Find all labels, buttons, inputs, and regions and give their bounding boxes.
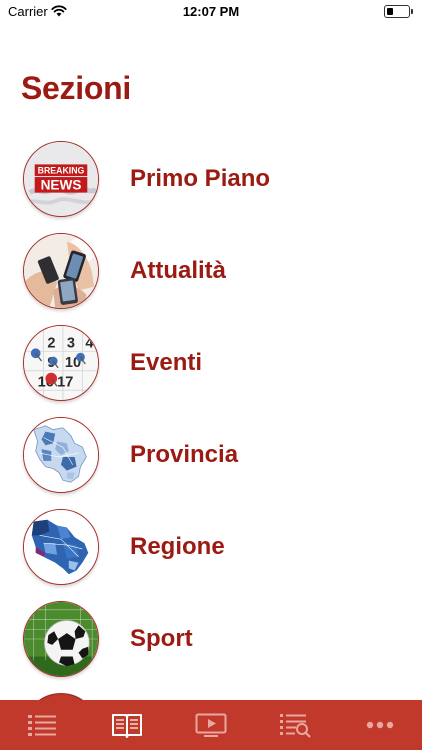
tab-more[interactable] [338, 700, 422, 750]
partial-thumbnail [23, 693, 99, 700]
calendar-number: 2 [47, 335, 55, 351]
smartphones-thumbnail [23, 233, 99, 309]
status-bar: Carrier 12:07 PM [0, 0, 422, 24]
section-label: Primo Piano [130, 165, 271, 192]
section-item-partial[interactable] [0, 690, 422, 700]
section-item-eventi[interactable]: 2 3 4 9 10 16 17 Eventi [0, 322, 422, 412]
province-map-thumbnail [23, 417, 99, 493]
video-icon [195, 713, 227, 737]
tab-video[interactable] [169, 700, 253, 750]
section-item-sport[interactable]: Sport [0, 598, 422, 688]
section-label: Eventi [130, 349, 203, 376]
calendar-number: 3 [67, 335, 75, 351]
region-map-thumbnail [23, 509, 99, 585]
more-icon [366, 721, 394, 729]
soccer-ball-thumbnail [23, 601, 99, 677]
breaking-text: BREAKING [38, 166, 85, 176]
breaking-news-thumbnail: BREAKING NEWS [23, 141, 99, 217]
book-icon [111, 712, 143, 738]
list-icon [27, 713, 57, 737]
section-item-provincia[interactable]: Provincia [0, 414, 422, 504]
section-label: Provincia [130, 441, 239, 468]
section-label: Sport [130, 625, 193, 652]
clock: 12:07 PM [182, 4, 240, 19]
tab-bar [0, 700, 422, 750]
section-item-attualita[interactable]: Attualità [0, 230, 422, 320]
section-label: Regione [130, 533, 225, 560]
tab-list[interactable] [0, 700, 84, 750]
search-list-icon [279, 712, 312, 738]
section-item-primo-piano[interactable]: BREAKING NEWS Primo Piano [0, 138, 422, 228]
battery-icon [384, 5, 413, 18]
calendar-number: 17 [57, 374, 73, 390]
tab-search-list[interactable] [253, 700, 337, 750]
section-list[interactable]: BREAKING NEWS Primo Piano Attualità 2 3 … [0, 138, 422, 700]
tab-book[interactable] [84, 700, 168, 750]
calendar-number: 4 [85, 335, 94, 351]
section-item-regione[interactable]: Regione [0, 506, 422, 596]
page-title: Sezioni [21, 70, 131, 106]
news-text: NEWS [41, 178, 82, 193]
calendar-thumbnail: 2 3 4 9 10 16 17 [23, 325, 99, 401]
section-label: Attualità [130, 257, 226, 284]
